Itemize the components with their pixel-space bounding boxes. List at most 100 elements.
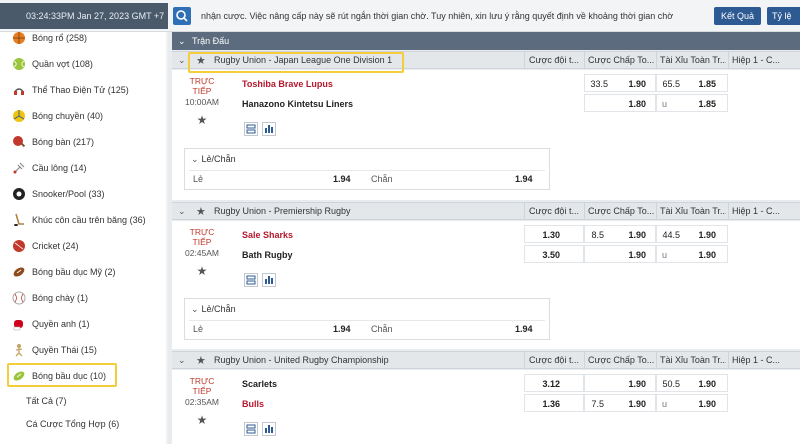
handicap-home-odds[interactable]: 1.90: [620, 379, 646, 389]
esports-icon: [12, 83, 26, 97]
sidebar-item-boxing[interactable]: Quyền anh (1): [0, 311, 166, 337]
search-button[interactable]: [173, 7, 191, 25]
sidebar-item-label: Quyền anh (1): [32, 319, 90, 329]
chart-icon[interactable]: [262, 273, 276, 287]
match-row: TRỰC TIẾP 02:35AM ★ Scarlets Bulls 3.12 …: [172, 370, 800, 444]
star-icon[interactable]: ★: [196, 205, 206, 218]
snooker-icon: [12, 187, 26, 201]
odd-value[interactable]: 1.94: [333, 324, 351, 334]
over-odds[interactable]: 1.90: [690, 230, 716, 240]
column-handicap: Cược Chấp To...: [588, 55, 654, 65]
sidebar-item-volleyball[interactable]: Bóng chuyền (40): [0, 103, 166, 129]
sidebar-item-cricket[interactable]: Cricket (24): [0, 233, 166, 259]
stats-icon[interactable]: [244, 422, 258, 436]
favorite-star-icon[interactable]: ★: [180, 413, 224, 427]
under-label: u: [662, 399, 668, 409]
cricket-icon: [12, 239, 26, 253]
sidebar-item-label: Cricket (24): [32, 241, 79, 251]
live-status: TRỰC TIẾP 10:00AM ★: [180, 76, 224, 127]
over-odds[interactable]: 1.85: [690, 79, 716, 89]
sidebar-item-label: Khúc côn cầu trên băng (36): [32, 215, 146, 225]
under-odds[interactable]: 1.90: [690, 399, 716, 409]
volleyball-icon: [12, 109, 26, 123]
match-row: TRỰC TIẾP 10:00AM ★ Toshiba Brave Lupus …: [172, 70, 800, 142]
column-first-half: Hiệp 1 - C...: [732, 355, 781, 365]
handicap-away-odds[interactable]: 1.80: [620, 99, 646, 109]
favorite-star-icon[interactable]: ★: [180, 113, 224, 127]
league-header[interactable]: ⌄ ★ Rugby Union - Japan League One Divis…: [172, 51, 800, 69]
match-row: TRỰC TIẾP 02:45AM ★ Sale Sharks Bath Rug…: [172, 221, 800, 293]
basketball-icon: [12, 31, 26, 45]
stats-icon[interactable]: [244, 273, 258, 287]
odd-even-market: ⌄ Lẻ/Chẵn Lẻ 1.94 Chẵn 1.94: [184, 298, 550, 340]
live-label: TRỰC TIẾP: [189, 227, 215, 247]
star-icon[interactable]: ★: [196, 54, 206, 67]
over-odds[interactable]: 1.90: [690, 379, 716, 389]
live-label: TRỰC TIẾP: [189, 76, 215, 96]
section-header[interactable]: ⌄ Trận Đấu: [172, 32, 800, 50]
odd-value[interactable]: 1.94: [333, 174, 351, 184]
over-under-line: 50.5: [662, 379, 680, 389]
sidebar-item-table-tennis[interactable]: Bóng bàn (217): [0, 129, 166, 155]
favorite-star-icon[interactable]: ★: [180, 264, 224, 278]
even-value[interactable]: 1.94: [515, 174, 533, 184]
chart-icon[interactable]: [262, 422, 276, 436]
stats-icon[interactable]: [244, 122, 258, 136]
league-name: Rugby Union - Japan League One Division …: [214, 55, 393, 65]
live-status: TRỰC TIẾP 02:45AM ★: [180, 227, 224, 278]
star-icon[interactable]: ★: [196, 354, 206, 367]
sidebar-item-snooker[interactable]: Snooker/Pool (33): [0, 181, 166, 207]
league-header[interactable]: ⌄ ★ Rugby Union - United Rugby Champions…: [172, 351, 800, 369]
sidebar-subitem-all[interactable]: Tất Cả (7): [26, 390, 166, 412]
moneyline-away-odds[interactable]: 3.50: [530, 250, 560, 260]
odd-even-market: ⌄ Lẻ/Chẵn Lẻ 1.94 Chẵn 1.94: [184, 148, 550, 190]
away-team: Hanazono Kintetsu Liners: [242, 99, 354, 109]
odds-button[interactable]: Tỷ lệ: [767, 7, 800, 25]
under-odds[interactable]: 1.85: [690, 99, 716, 109]
sidebar-item-badminton[interactable]: Cầu lông (14): [0, 155, 166, 181]
moneyline-away-odds[interactable]: 1.36: [530, 399, 560, 409]
sidebar-item-american-football[interactable]: Bóng bầu dục Mỹ (2): [0, 259, 166, 285]
column-over-under: Tài Xỉu Toàn Tr...: [660, 355, 726, 365]
handicap-away-odds[interactable]: 1.90: [620, 250, 646, 260]
extra-markets: ⌄ Lẻ/Chẵn Lẻ 1.94 Chẵn 1.94: [172, 142, 800, 200]
results-button[interactable]: Kết Quả: [714, 7, 761, 25]
handicap-home-odds[interactable]: 1.90: [620, 79, 646, 89]
sidebar-subitem-parlay[interactable]: Cá Cược Tổng Hợp (6): [26, 413, 166, 435]
sidebar-item-label: Snooker/Pool (33): [32, 189, 105, 199]
table-tennis-icon: [12, 135, 26, 149]
under-odds[interactable]: 1.90: [690, 250, 716, 260]
handicap-away-odds[interactable]: 1.90: [620, 399, 646, 409]
home-team: Sale Sharks: [242, 230, 294, 240]
home-team: Toshiba Brave Lupus: [242, 79, 333, 89]
even-value[interactable]: 1.94: [515, 324, 533, 334]
sidebar-item-basketball[interactable]: Bóng rổ (258): [0, 25, 166, 51]
sidebar-item-ice-hockey[interactable]: Khúc côn cầu trên băng (36): [0, 207, 166, 233]
sidebar-item-label: Bóng bàn (217): [32, 137, 95, 147]
moneyline-home-odds[interactable]: 3.12: [530, 379, 560, 389]
handicap-home-odds[interactable]: 1.90: [620, 230, 646, 240]
chevron-down-icon: ⌄: [178, 36, 186, 46]
sidebar-item-label: Bóng bầu dục (10): [32, 371, 107, 381]
market-title[interactable]: ⌄ Lẻ/Chẵn: [191, 304, 236, 315]
chart-icon[interactable]: [262, 122, 276, 136]
handicap-line: 8.5: [591, 230, 604, 240]
handicap-line: 33.5: [590, 79, 608, 89]
market-title[interactable]: ⌄ Lẻ/Chẵn: [191, 154, 236, 165]
sidebar-item-label: Bóng chuyền (40): [32, 111, 104, 121]
odd-even-row: Lẻ 1.94 Chẵn 1.94: [189, 170, 545, 186]
sidebar-item-tennis[interactable]: Quần vợt (108): [0, 51, 166, 77]
sidebar-item-rugby[interactable]: Bóng bầu dục (10): [0, 363, 166, 389]
american-football-icon: [12, 265, 26, 279]
sidebar-item-label: Thể Thao Điện Tử (125): [32, 85, 129, 95]
column-handicap: Cược Chấp To...: [588, 206, 654, 216]
chevron-down-icon: ⌄: [191, 154, 199, 164]
badminton-icon: [12, 161, 26, 175]
sidebar-item-esports[interactable]: Thể Thao Điện Tử (125): [0, 77, 166, 103]
rugby-icon: [12, 369, 26, 383]
sidebar-item-label: Bóng rổ (258): [32, 33, 88, 43]
moneyline-home-odds[interactable]: 1.30: [530, 230, 560, 240]
sidebar-item-muay-thai[interactable]: Quyền Thái (15): [0, 337, 166, 363]
league-header[interactable]: ⌄ ★ Rugby Union - Premiership Rugby Cược…: [172, 202, 800, 220]
sidebar-item-baseball[interactable]: Bóng chày (1): [0, 285, 166, 311]
